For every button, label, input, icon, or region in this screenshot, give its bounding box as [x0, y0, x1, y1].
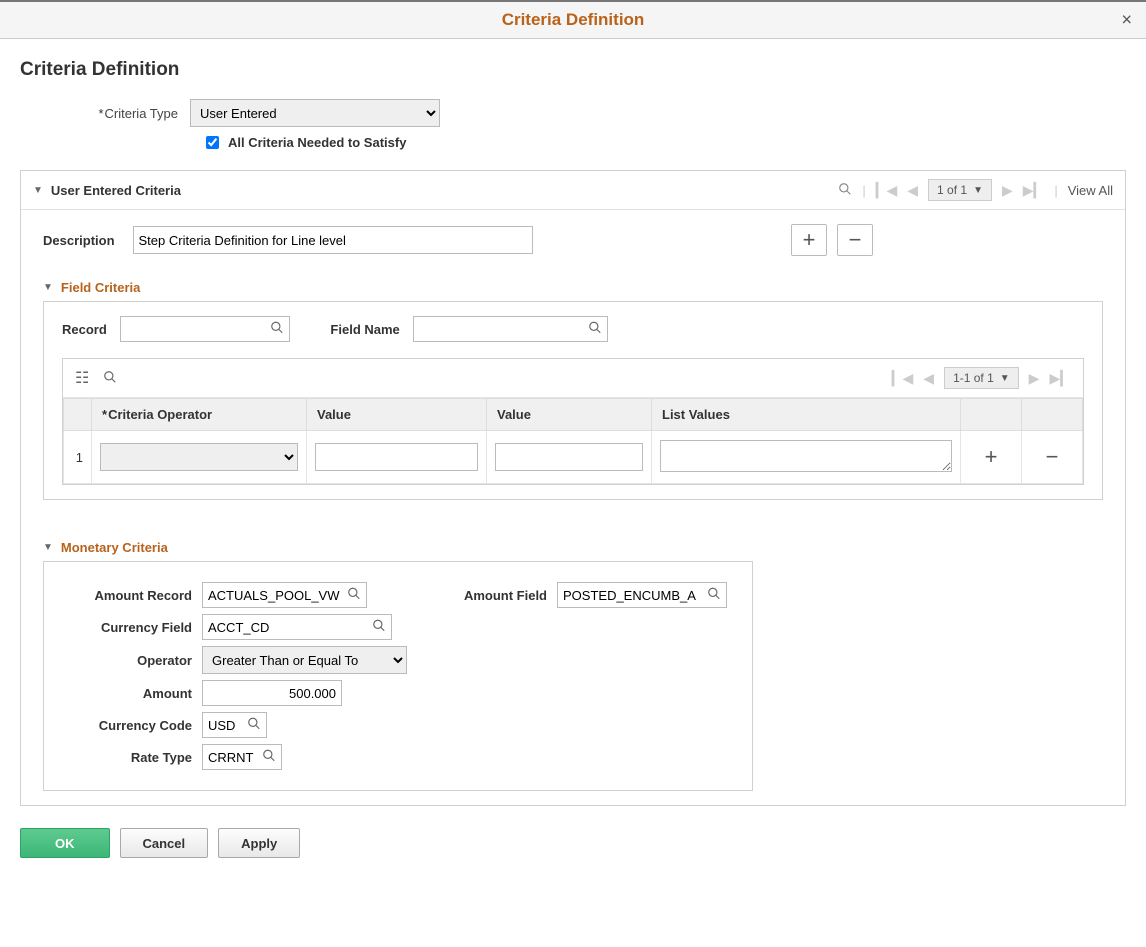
remove-row-button[interactable]: − — [1030, 437, 1074, 477]
currency-field-input[interactable] — [202, 614, 392, 640]
fieldname-label: Field Name — [330, 322, 399, 337]
col-operator: Criteria Operator — [102, 407, 212, 422]
user-entered-criteria-section: ▼ User Entered Criteria | ▎◀ ◀ 1 of 1▼ ▶… — [20, 170, 1126, 806]
rate-type-label: Rate Type — [62, 750, 192, 765]
grid-page-badge[interactable]: 1-1 of 1▼ — [944, 367, 1019, 389]
amount-label: Amount — [62, 686, 192, 701]
criteria-operator-select[interactable] — [100, 443, 298, 471]
grid-settings-icon[interactable]: ☷ — [75, 368, 89, 388]
search-icon[interactable] — [707, 587, 721, 604]
last-icon[interactable]: ▶▎ — [1023, 182, 1045, 199]
table-header-row: Criteria Operator Value Value List Value… — [64, 399, 1083, 431]
record-input[interactable] — [120, 316, 290, 342]
uec-title: User Entered Criteria — [51, 183, 181, 198]
record-label: Record — [62, 322, 107, 337]
search-icon[interactable] — [372, 619, 386, 636]
operator-label: Operator — [62, 653, 192, 668]
search-icon[interactable] — [347, 587, 361, 604]
amount-record-input[interactable] — [202, 582, 367, 608]
col-value1: Value — [307, 399, 487, 431]
amount-record-label: Amount Record — [62, 588, 192, 603]
amount-field-input[interactable] — [557, 582, 727, 608]
modal-title: Criteria Definition — [502, 10, 645, 29]
amount-input[interactable] — [202, 680, 342, 706]
field-criteria-grid: ☷ ▎◀ ◀ 1-1 of 1▼ ▶ ▶▎ — [62, 358, 1084, 485]
chevron-down-icon[interactable]: ▼ — [33, 185, 43, 196]
monetary-criteria-box: Amount Record Amount Field Currency Fiel… — [43, 561, 753, 791]
field-criteria-title: Field Criteria — [61, 280, 140, 295]
list-values-input[interactable] — [660, 440, 952, 472]
search-icon[interactable] — [838, 182, 852, 199]
modal-header: Criteria Definition × — [0, 0, 1146, 39]
page-title: Criteria Definition — [20, 59, 1126, 81]
ok-button[interactable]: OK — [20, 828, 110, 858]
view-all-link[interactable]: View All — [1068, 183, 1113, 198]
criteria-type-label: Criteria Type — [20, 106, 190, 121]
all-criteria-checkbox[interactable] — [206, 136, 219, 149]
remove-row-button[interactable]: − — [837, 224, 873, 256]
criteria-type-select[interactable]: User Entered — [190, 99, 440, 127]
amount-field-label: Amount Field — [437, 588, 547, 603]
fieldname-input[interactable] — [413, 316, 608, 342]
add-row-button[interactable]: + — [969, 437, 1013, 477]
monetary-criteria-title: Monetary Criteria — [61, 540, 168, 555]
table-row: 1 + − — [64, 431, 1083, 484]
row-number: 1 — [64, 431, 92, 484]
first-icon[interactable]: ▎◀ — [892, 370, 914, 387]
field-criteria-box: Record Field Name — [43, 301, 1103, 500]
search-icon[interactable] — [262, 749, 276, 766]
next-icon[interactable]: ▶ — [1002, 182, 1013, 199]
col-list: List Values — [652, 399, 961, 431]
prev-icon[interactable]: ◀ — [923, 370, 934, 387]
prev-icon[interactable]: ◀ — [907, 182, 918, 199]
add-row-button[interactable]: + — [791, 224, 827, 256]
currency-code-label: Currency Code — [62, 718, 192, 733]
currency-field-label: Currency Field — [62, 620, 192, 635]
search-icon[interactable] — [103, 370, 117, 387]
value1-input[interactable] — [315, 443, 478, 471]
first-icon[interactable]: ▎◀ — [876, 182, 898, 199]
operator-select[interactable]: Greater Than or Equal To — [202, 646, 407, 674]
chevron-down-icon[interactable]: ▼ — [43, 542, 53, 553]
close-icon[interactable]: × — [1121, 10, 1132, 31]
all-criteria-label: All Criteria Needed to Satisfy — [228, 135, 406, 150]
next-icon[interactable]: ▶ — [1029, 370, 1040, 387]
page-badge[interactable]: 1 of 1▼ — [928, 179, 992, 201]
chevron-down-icon[interactable]: ▼ — [43, 282, 53, 293]
col-value2: Value — [487, 399, 652, 431]
search-icon[interactable] — [270, 321, 284, 338]
search-icon[interactable] — [588, 321, 602, 338]
value2-input[interactable] — [495, 443, 643, 471]
search-icon[interactable] — [247, 717, 261, 734]
description-input[interactable] — [133, 226, 533, 254]
description-label: Description — [43, 233, 115, 248]
apply-button[interactable]: Apply — [218, 828, 300, 858]
cancel-button[interactable]: Cancel — [120, 828, 209, 858]
last-icon[interactable]: ▶▎ — [1049, 370, 1071, 387]
